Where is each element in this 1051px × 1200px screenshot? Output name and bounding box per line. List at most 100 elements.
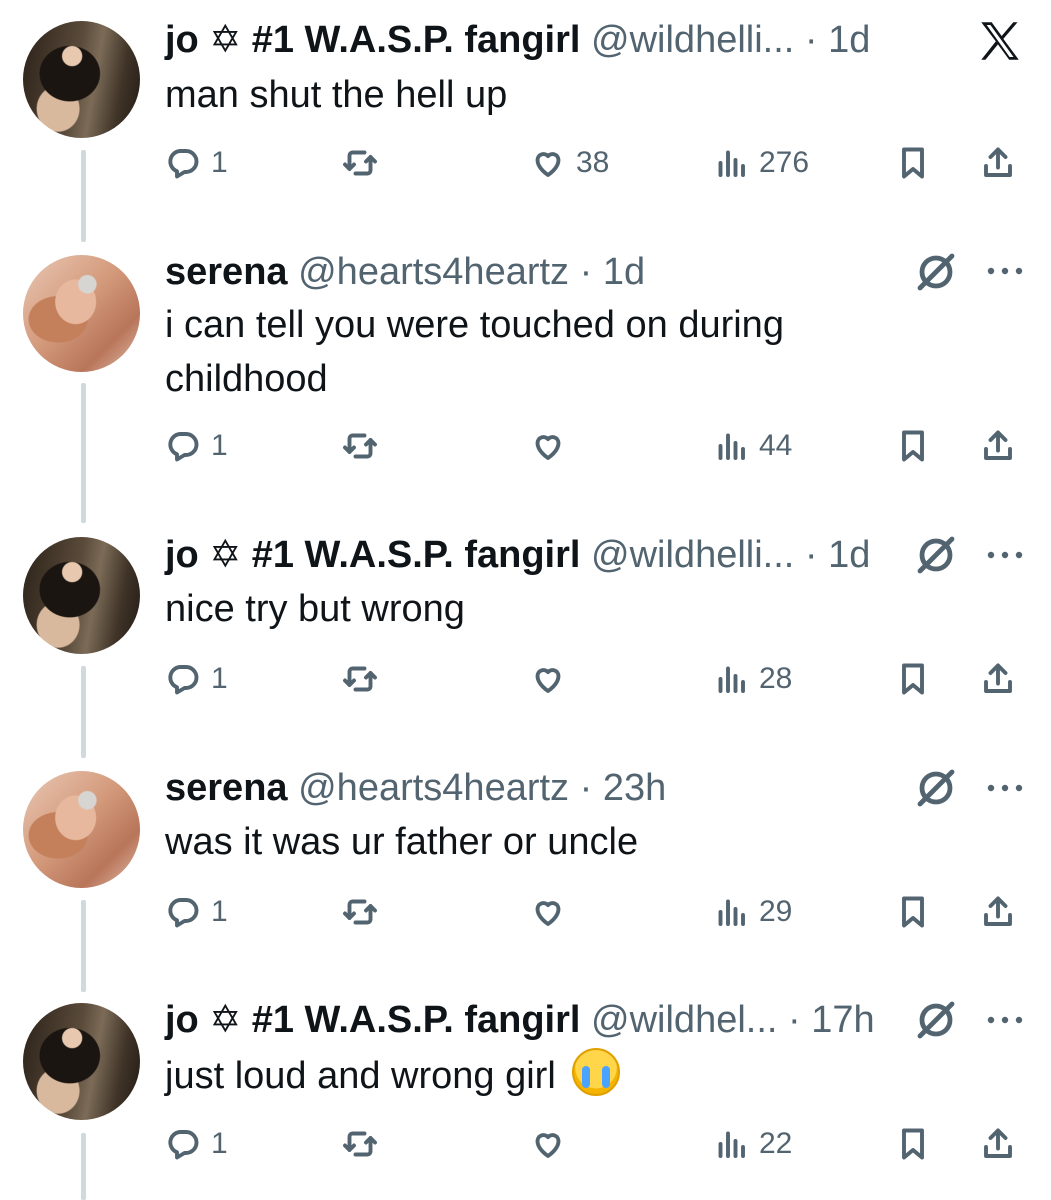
retweet-icon	[343, 150, 377, 176]
more-icon[interactable]	[985, 545, 1025, 565]
reply-icon	[168, 432, 199, 462]
share-button[interactable]	[980, 659, 1016, 699]
retweet-icon	[343, 666, 377, 692]
avatar[interactable]	[23, 537, 140, 654]
like-button[interactable]	[530, 659, 576, 699]
like-button[interactable]	[530, 1124, 576, 1164]
views-button[interactable]: 276	[713, 143, 809, 183]
view-count: 28	[759, 662, 793, 695]
share-icon	[984, 1128, 1012, 1158]
grok-icon[interactable]	[912, 996, 960, 1044]
tweet-header: jo ✡ #1 W.A.S.P. fangirl @wildhelli... ·…	[165, 18, 870, 62]
bookmark-icon	[902, 663, 924, 695]
bookmark-button[interactable]	[895, 1124, 931, 1164]
handle[interactable]: @hearts4heartz	[298, 251, 569, 293]
view-count: 44	[759, 429, 793, 462]
reply-count: 1	[211, 662, 228, 695]
x-logo-icon[interactable]	[975, 16, 1025, 66]
share-icon	[984, 896, 1012, 926]
avatar[interactable]	[23, 255, 140, 372]
share-icon	[984, 430, 1012, 460]
tweet-actions: 1 28	[165, 659, 1025, 699]
view-count: 276	[759, 146, 810, 179]
retweet-button[interactable]	[342, 892, 378, 932]
timestamp[interactable]: 17h	[811, 999, 874, 1041]
avatar[interactable]	[23, 21, 140, 138]
more-icon[interactable]	[985, 261, 1025, 281]
thread-line	[81, 900, 86, 992]
thread-line	[81, 666, 86, 758]
view-count: 29	[759, 895, 793, 928]
retweet-button[interactable]	[342, 659, 378, 699]
handle[interactable]: @hearts4heartz	[298, 767, 569, 809]
separator: ·	[804, 534, 818, 576]
reply-button[interactable]: 1	[165, 892, 228, 932]
avatar[interactable]	[23, 1003, 140, 1120]
tweet-actions: 1 22	[165, 1124, 1025, 1164]
reply-button[interactable]: 1	[165, 426, 228, 466]
tweet-text: i can tell you were touched on during ch…	[165, 304, 784, 400]
reply-icon	[168, 149, 199, 179]
bookmark-icon	[902, 896, 924, 928]
views-icon	[718, 150, 745, 177]
handle[interactable]: @wildhelli...	[591, 19, 794, 61]
tweet-actions: 1 44	[165, 426, 1025, 466]
tweet-header: jo ✡ #1 W.A.S.P. fangirl @wildhelli... ·…	[165, 533, 870, 577]
avatar[interactable]	[23, 771, 140, 888]
display-name[interactable]: serena	[165, 767, 288, 809]
handle[interactable]: @wildhelli...	[591, 534, 794, 576]
views-icon	[718, 433, 745, 460]
timestamp[interactable]: 23h	[603, 767, 666, 809]
heart-icon	[535, 152, 561, 177]
more-icon[interactable]	[985, 1010, 1025, 1030]
grok-icon[interactable]	[912, 531, 960, 579]
views-icon	[718, 666, 745, 693]
timestamp[interactable]: 1d	[828, 19, 870, 61]
bookmark-icon	[902, 1128, 924, 1160]
reply-icon	[168, 898, 199, 928]
bookmark-button[interactable]	[895, 143, 931, 183]
retweet-button[interactable]	[342, 426, 378, 466]
bookmark-icon	[902, 147, 924, 179]
timestamp[interactable]: 1d	[828, 534, 870, 576]
views-button[interactable]: 22	[713, 1124, 792, 1164]
share-button[interactable]	[980, 143, 1016, 183]
view-count: 22	[759, 1127, 793, 1160]
retweet-icon	[343, 1131, 377, 1157]
tweet-text-content: just loud and wrong girl	[165, 1055, 556, 1097]
like-button[interactable]	[530, 426, 576, 466]
more-icon[interactable]	[985, 778, 1025, 798]
tweet-header: jo ✡ #1 W.A.S.P. fangirl @wildhel... · 1…	[165, 998, 875, 1042]
separator: ·	[804, 19, 818, 61]
reply-count: 1	[211, 895, 228, 928]
grok-icon[interactable]	[912, 248, 960, 296]
handle[interactable]: @wildhel...	[591, 999, 777, 1041]
share-button[interactable]	[980, 892, 1016, 932]
like-button[interactable]	[530, 892, 576, 932]
timestamp[interactable]: 1d	[603, 251, 645, 293]
like-button[interactable]: 38	[530, 143, 609, 183]
display-name[interactable]: serena	[165, 251, 288, 293]
views-button[interactable]: 44	[713, 426, 792, 466]
reply-button[interactable]: 1	[165, 659, 228, 699]
reply-button[interactable]: 1	[165, 1124, 228, 1164]
grok-icon[interactable]	[912, 764, 960, 812]
share-icon	[984, 663, 1012, 693]
display-name[interactable]: jo ✡ #1 W.A.S.P. fangirl	[165, 19, 580, 61]
bookmark-button[interactable]	[895, 426, 931, 466]
bookmark-button[interactable]	[895, 659, 931, 699]
views-button[interactable]: 28	[713, 659, 792, 699]
bookmark-button[interactable]	[895, 892, 931, 932]
share-button[interactable]	[980, 426, 1016, 466]
display-name[interactable]: jo ✡ #1 W.A.S.P. fangirl	[165, 999, 580, 1041]
reply-icon	[168, 1130, 199, 1160]
share-icon	[984, 147, 1012, 177]
thread-line	[81, 1133, 86, 1200]
retweet-button[interactable]	[342, 1124, 378, 1164]
views-button[interactable]: 29	[713, 892, 792, 932]
share-button[interactable]	[980, 1124, 1016, 1164]
display-name[interactable]: jo ✡ #1 W.A.S.P. fangirl	[165, 534, 580, 576]
loudly-crying-face-icon	[572, 1048, 621, 1096]
retweet-button[interactable]	[342, 143, 378, 183]
reply-button[interactable]: 1	[165, 143, 228, 183]
